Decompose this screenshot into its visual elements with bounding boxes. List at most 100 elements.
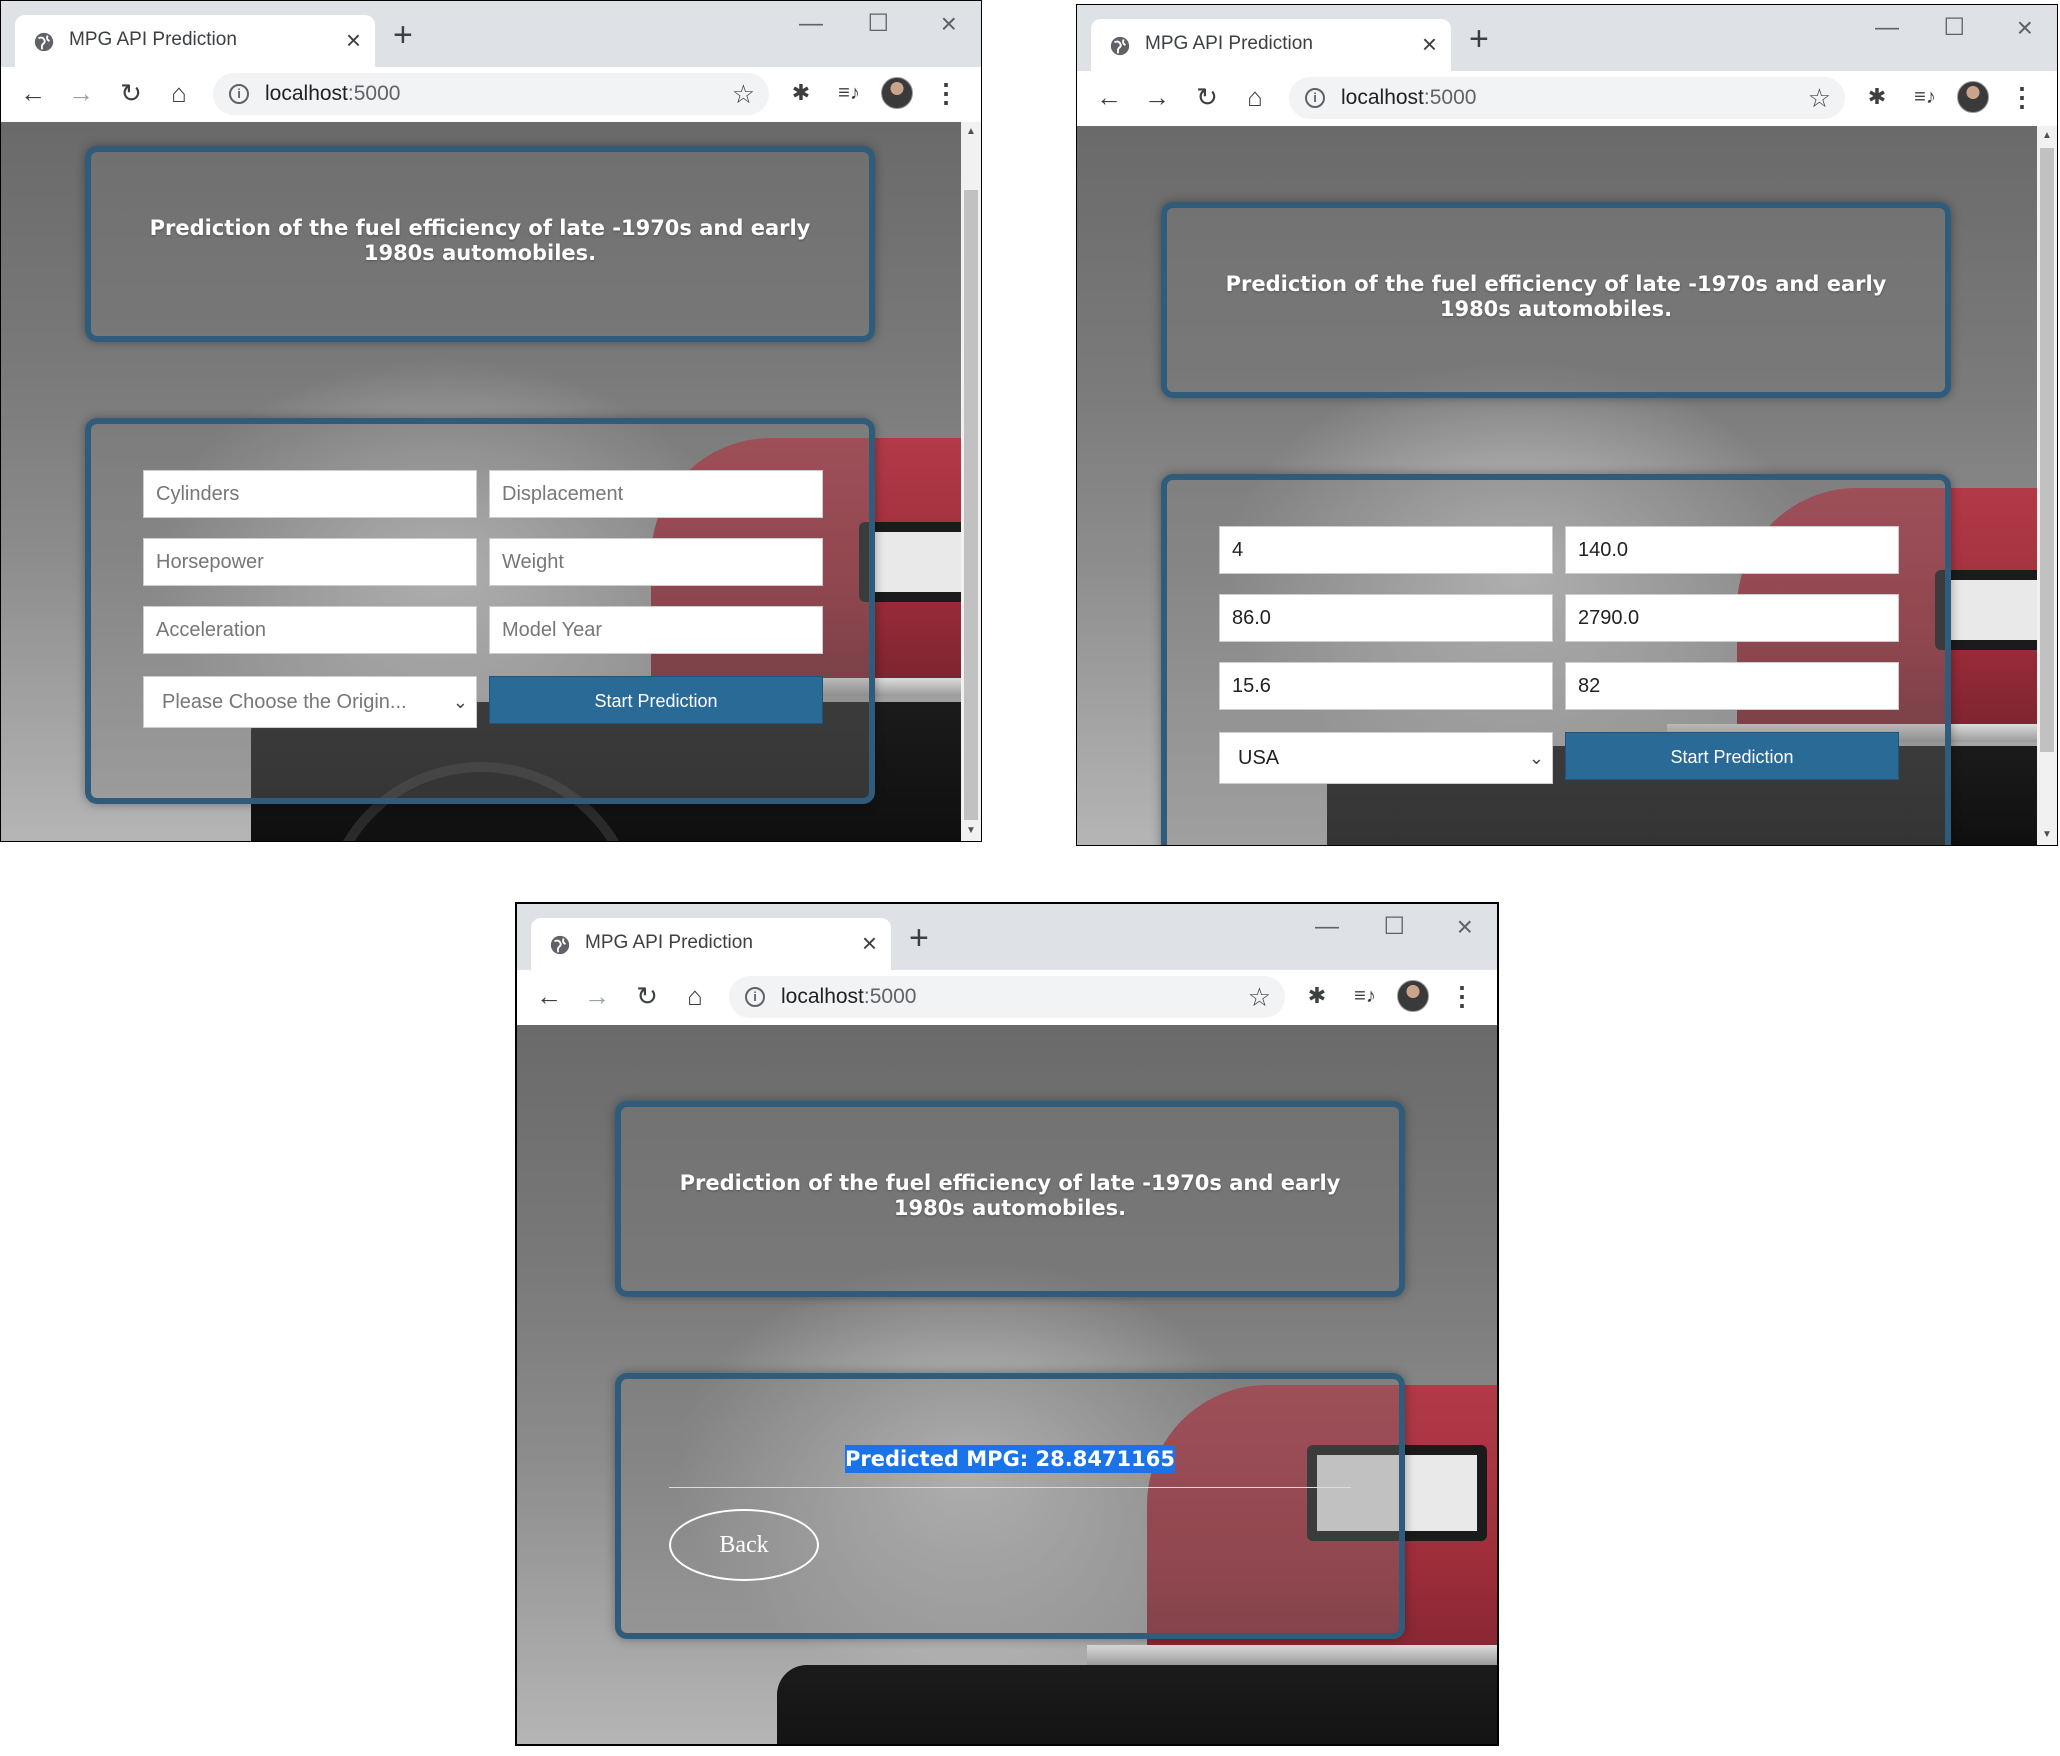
kebab-menu-icon[interactable]: ⋮ <box>2009 79 2035 115</box>
title-panel: Prediction of the fuel efficiency of lat… <box>615 1101 1405 1297</box>
origin-select-value: Please Choose the Origin... <box>162 691 407 713</box>
origin-select-value: USA <box>1238 747 1280 769</box>
reload-icon[interactable]: ↻ <box>629 978 665 1014</box>
info-icon[interactable]: i <box>229 84 249 104</box>
plus-icon[interactable]: + <box>1469 21 1489 57</box>
model-year-input[interactable]: 82 <box>1565 662 1899 710</box>
plus-icon[interactable]: + <box>909 920 929 956</box>
home-icon[interactable]: ⌂ <box>161 75 197 111</box>
avatar[interactable] <box>1397 980 1429 1012</box>
forward-arrow-icon[interactable]: → <box>579 978 615 1014</box>
puzzle-icon[interactable]: ✱ <box>1861 81 1893 113</box>
kebab-menu-icon[interactable]: ⋮ <box>1449 978 1475 1014</box>
url-port: :5000 <box>1423 86 1477 109</box>
media-icon[interactable]: ≡♪ <box>1909 81 1941 113</box>
tab-title: MPG API Prediction <box>1145 33 1313 54</box>
minimize-icon[interactable]: — <box>1315 912 1339 942</box>
address-bar[interactable]: i localhost:5000 ☆ <box>1289 77 1845 119</box>
info-icon[interactable]: i <box>745 987 765 1007</box>
media-icon[interactable]: ≡♪ <box>1349 980 1381 1012</box>
form-panel: Cylinders Displacement Horsepower Weight… <box>85 418 875 804</box>
prediction-result: Predicted MPG: 28.8471165 <box>621 1445 1399 1473</box>
navigation-bar: ← → ↻ ⌂ i localhost:5000 ☆ ✱ ≡♪ ⋮ <box>1077 71 2057 127</box>
puzzle-icon[interactable]: ✱ <box>785 77 817 109</box>
back-arrow-icon[interactable]: ← <box>531 978 567 1014</box>
plus-icon[interactable]: + <box>393 17 413 53</box>
kebab-menu-icon[interactable]: ⋮ <box>933 75 959 111</box>
weight-input[interactable]: 2790.0 <box>1565 594 1899 642</box>
close-icon[interactable]: × <box>862 928 877 958</box>
horsepower-input[interactable]: Horsepower <box>143 538 477 586</box>
reload-icon[interactable]: ↻ <box>113 75 149 111</box>
scrollbar-thumb[interactable] <box>2040 148 2054 752</box>
globe-icon <box>1110 36 1130 56</box>
origin-select[interactable]: Please Choose the Origin... ⌄ <box>143 676 477 728</box>
back-arrow-icon[interactable]: ← <box>15 75 51 111</box>
scrollbar[interactable]: ▲ ▼ <box>2037 126 2057 845</box>
scroll-down-icon[interactable]: ▼ <box>961 821 981 841</box>
forward-arrow-icon[interactable]: → <box>63 75 99 111</box>
info-icon[interactable]: i <box>1305 88 1325 108</box>
star-icon[interactable]: ☆ <box>1248 981 1271 1013</box>
close-icon[interactable]: × <box>1422 29 1437 59</box>
weight-input[interactable]: Weight <box>489 538 823 586</box>
browser-tab[interactable]: MPG API Prediction × <box>1091 19 1451 71</box>
star-icon[interactable]: ☆ <box>1808 82 1831 114</box>
avatar[interactable] <box>1957 81 1989 113</box>
minimize-icon[interactable]: — <box>799 9 823 39</box>
globe-icon <box>34 32 54 52</box>
page-viewport: Prediction of the fuel efficiency of lat… <box>1 122 961 841</box>
displacement-input[interactable]: Displacement <box>489 470 823 518</box>
cylinders-input[interactable]: Cylinders <box>143 470 477 518</box>
start-prediction-button[interactable]: Start Prediction <box>1565 732 1899 780</box>
displacement-input[interactable]: 140.0 <box>1565 526 1899 574</box>
home-icon[interactable]: ⌂ <box>1237 79 1273 115</box>
star-icon[interactable]: ☆ <box>732 78 755 110</box>
reload-icon[interactable]: ↻ <box>1189 79 1225 115</box>
minimize-icon[interactable]: — <box>1875 13 1899 43</box>
browser-window-result: MPG API Prediction × + — ☐ × ← → ↻ ⌂ i l… <box>515 902 1499 1746</box>
close-window-icon[interactable]: × <box>1457 912 1473 942</box>
puzzle-icon[interactable]: ✱ <box>1301 980 1333 1012</box>
back-arrow-icon[interactable]: ← <box>1091 79 1127 115</box>
form-panel: 4 140.0 86.0 2790.0 15.6 82 USA ⌄ Start … <box>1161 474 1951 845</box>
home-icon[interactable]: ⌂ <box>677 978 713 1014</box>
forward-arrow-icon[interactable]: → <box>1139 79 1175 115</box>
chevron-down-icon: ⌄ <box>1528 748 1544 768</box>
horsepower-input[interactable]: 86.0 <box>1219 594 1553 642</box>
browser-chrome: MPG API Prediction × + — ☐ × ← → ↻ ⌂ i l… <box>517 904 1497 1026</box>
url-text: localhost:5000 <box>265 82 400 106</box>
origin-select[interactable]: USA ⌄ <box>1219 732 1553 784</box>
media-icon[interactable]: ≡♪ <box>833 77 865 109</box>
browser-tab[interactable]: MPG API Prediction × <box>15 15 375 67</box>
scroll-up-icon[interactable]: ▲ <box>2037 126 2057 146</box>
acceleration-input[interactable]: Acceleration <box>143 606 477 654</box>
maximize-icon[interactable]: ☐ <box>1383 912 1405 942</box>
browser-window-filled-form: MPG API Prediction × + — ☐ × ← → ↻ ⌂ i l… <box>1076 4 2058 846</box>
address-bar[interactable]: i localhost:5000 ☆ <box>729 976 1285 1018</box>
close-icon[interactable]: × <box>346 25 361 55</box>
avatar[interactable] <box>881 77 913 109</box>
cylinders-input[interactable]: 4 <box>1219 526 1553 574</box>
browser-tab[interactable]: MPG API Prediction × <box>531 918 891 970</box>
model-year-input[interactable]: Model Year <box>489 606 823 654</box>
page-title: Prediction of the fuel efficiency of lat… <box>679 1171 1341 1220</box>
start-prediction-button[interactable]: Start Prediction <box>489 676 823 724</box>
scrollbar[interactable]: ▲ ▼ <box>961 122 981 841</box>
maximize-icon[interactable]: ☐ <box>1943 13 1965 43</box>
url-host: localhost <box>265 82 348 105</box>
acceleration-input[interactable]: 15.6 <box>1219 662 1553 710</box>
address-bar[interactable]: i localhost:5000 ☆ <box>213 73 769 115</box>
close-window-icon[interactable]: × <box>941 9 957 39</box>
url-host: localhost <box>1341 86 1424 109</box>
tab-strip: MPG API Prediction × + — ☐ × <box>1077 5 2057 71</box>
scroll-down-icon[interactable]: ▼ <box>2037 825 2057 845</box>
maximize-icon[interactable]: ☐ <box>867 9 889 39</box>
back-button[interactable]: Back <box>669 1509 819 1581</box>
page-title: Prediction of the fuel efficiency of lat… <box>1225 272 1887 321</box>
scroll-up-icon[interactable]: ▲ <box>961 122 981 142</box>
car-trim-image <box>1087 1645 1497 1665</box>
close-window-icon[interactable]: × <box>2017 13 2033 43</box>
scrollbar-thumb[interactable] <box>964 190 978 820</box>
result-panel: Predicted MPG: 28.8471165 Back <box>615 1373 1405 1639</box>
